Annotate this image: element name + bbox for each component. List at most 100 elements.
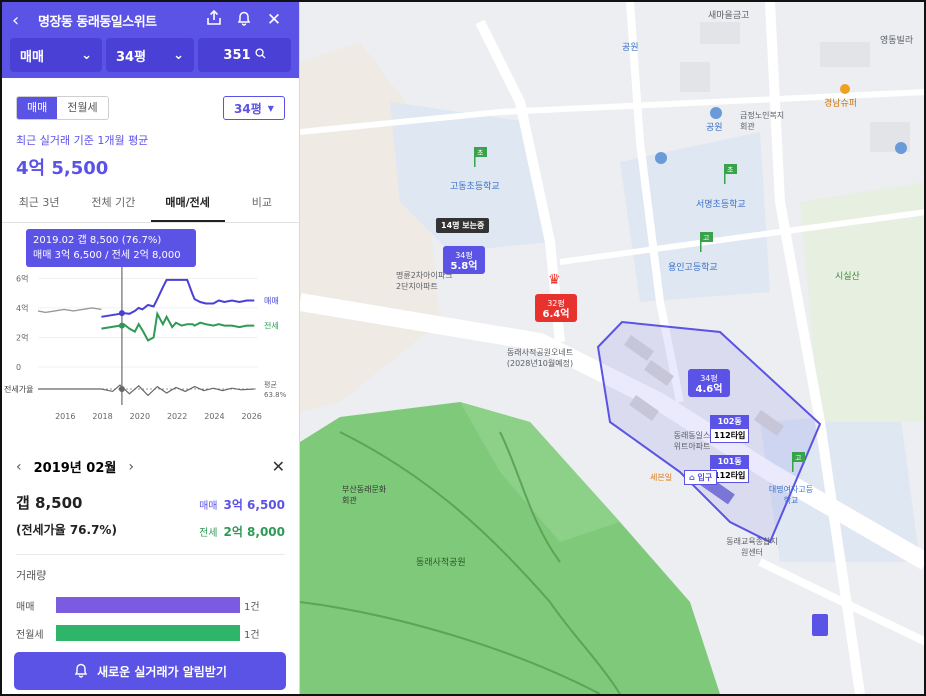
price-alert-button[interactable]: 새로운 실거래가 알림받기 xyxy=(14,652,286,690)
store-icon[interactable] xyxy=(840,84,850,94)
size-select[interactable]: 34평 ▼ xyxy=(223,96,285,120)
home-icon: ⌂ xyxy=(689,473,695,482)
tab-recent-3y[interactable]: 최근 3년 xyxy=(2,194,76,222)
map-label-busan-hall: 부산동래문화회관 xyxy=(342,485,387,505)
entrance-label: 입구 xyxy=(697,473,713,482)
search-icon xyxy=(255,47,266,63)
school-flag-icon[interactable]: 고 xyxy=(698,232,714,256)
close-detail-icon[interactable]: ✕ xyxy=(272,457,285,476)
map-label-godong-school: 고동초등학교 xyxy=(450,182,500,192)
ratio-label: 전세가율 xyxy=(4,384,33,394)
map-label-park: 공원 xyxy=(706,123,723,133)
x-tick-label: 2022 xyxy=(167,412,187,421)
map-label-dongnae-apt: 동래동일스위트아파트 xyxy=(673,431,711,451)
bell-icon xyxy=(73,662,89,681)
chevron-down-icon: ⌄ xyxy=(173,47,184,63)
tooltip-line-2: 매매 3억 6,500 / 전세 2억 8,000 xyxy=(33,250,181,261)
parking-icon[interactable] xyxy=(655,152,667,164)
next-month-icon[interactable]: › xyxy=(128,459,134,475)
marker-dot-ratio xyxy=(118,386,125,392)
volume-count: 1건 xyxy=(244,601,260,613)
school-badge-label: 고 xyxy=(703,234,710,242)
price-chart[interactable]: 2019.02 갭 8,500 (76.7%) 매매 3억 6,500 / 전세… xyxy=(2,223,299,441)
pin-price: 6.4억 xyxy=(542,309,570,320)
pin-size: 34평 xyxy=(700,374,718,383)
share-icon[interactable] xyxy=(199,9,229,31)
x-tick-label: 2026 xyxy=(242,412,262,421)
x-tick-label: 2020 xyxy=(130,412,150,421)
date-navigator: ‹ 2019년 02월 › ✕ xyxy=(2,441,299,476)
gap-value: 갭 8,500 xyxy=(16,494,83,512)
size-filter-select[interactable]: 34평 ⌄ xyxy=(106,38,194,72)
map-label-sijaksan: 시실산 xyxy=(835,272,860,282)
parking-icon[interactable] xyxy=(895,142,907,154)
building-number: 101동 xyxy=(710,455,750,468)
map-label-seven: 세븐일 xyxy=(650,473,673,482)
school-badge-label: 초 xyxy=(727,166,734,174)
map-label-ote: 동래사적공원오네트(2028년10월예정) xyxy=(506,348,574,368)
lease-label: 전세 xyxy=(199,528,218,539)
y-tick-label: 6억 xyxy=(16,273,28,283)
school-flag-icon[interactable]: 초 xyxy=(722,164,738,188)
price-pin-complex[interactable]: 34평 4.6억 xyxy=(688,369,730,397)
parking-icon[interactable] xyxy=(710,107,722,119)
ratio-avg-value: 63.8% xyxy=(264,391,287,399)
app-frame: ‹ 명장동 동래동일스위트 ✕ 매매 ⌄ 34평 ⌄ 351 매매 전월세 34… xyxy=(0,0,926,696)
tab-sale-lease[interactable]: 매매/전세 xyxy=(150,194,225,222)
volume-bar xyxy=(56,597,240,613)
close-icon[interactable]: ✕ xyxy=(259,10,289,30)
volume-count: 1건 xyxy=(244,629,260,641)
pin-size: 32평 xyxy=(547,299,565,308)
viewing-count-badge: 14명 보는중 xyxy=(436,218,490,233)
ratio-avg-label: 평균 xyxy=(264,380,277,389)
trade-type-select[interactable]: 매매 ⌄ xyxy=(10,38,102,72)
pin-price: 4.6억 xyxy=(695,384,723,395)
entrance-tag[interactable]: ⌂ 입구 xyxy=(684,470,718,485)
volume-row-rent: 전월세 1건 xyxy=(2,625,299,641)
size-select-label: 34평 xyxy=(234,101,262,116)
selected-date: 2019년 02월 xyxy=(33,461,117,476)
crown-icon: ♛ xyxy=(548,272,561,288)
school-flag-icon[interactable]: 고 xyxy=(790,452,806,476)
map-label-yongin-school: 용인고등학교 xyxy=(668,263,718,273)
x-tick-label: 2024 xyxy=(204,412,224,421)
map-label-park: 공원 xyxy=(622,43,639,53)
map-label-gyeongnam: 경남슈퍼 xyxy=(824,99,858,109)
volume-label: 매매 xyxy=(16,601,35,613)
bell-icon[interactable] xyxy=(229,10,259,31)
listing-count-button[interactable]: 351 xyxy=(198,38,291,72)
trade-segment: 매매 전월세 xyxy=(16,96,109,120)
prev-month-icon[interactable]: ‹ xyxy=(16,459,22,475)
back-icon[interactable]: ‹ xyxy=(12,10,38,31)
price-pin-selected[interactable]: 34평 5.8억 xyxy=(443,246,485,274)
x-tick-label: 2018 xyxy=(92,412,112,421)
series-label-lease: 전세 xyxy=(264,321,279,331)
tab-compare[interactable]: 비교 xyxy=(225,194,299,222)
y-tick-label: 2억 xyxy=(16,332,28,342)
building-type: 112타입 xyxy=(710,428,750,443)
listing-count: 351 xyxy=(223,47,251,63)
sale-value: 3억 6,500 xyxy=(223,498,285,512)
map-view[interactable]: 새마을금고 공원 공원 금정노인복지회관 용인고등학교 서명초등학교 고동초등학… xyxy=(300,2,924,694)
price-pin-top[interactable]: 32평 6.4억 xyxy=(535,294,577,322)
building-tag-102[interactable]: 102동 112타입 xyxy=(710,415,750,443)
page-title: 명장동 동래동일스위트 xyxy=(38,14,157,30)
location-marker-icon[interactable] xyxy=(812,614,828,636)
map-label-seoyeong-school: 서명초등학교 xyxy=(696,200,746,210)
volume-label: 전월세 xyxy=(16,629,44,641)
segment-rent[interactable]: 전월세 xyxy=(57,97,107,119)
marker-dot-sale xyxy=(118,310,125,317)
chevron-down-icon: ⌄ xyxy=(81,47,92,63)
school-badge-label: 고 xyxy=(795,454,802,462)
map-label-center: 동래교육종합지원센터 xyxy=(726,537,778,557)
tab-all-period[interactable]: 전체 기간 xyxy=(76,194,150,222)
map-label-daemyeong: 대명여자고등학교 xyxy=(768,485,814,505)
volume-row-sale: 매매 1건 xyxy=(2,597,299,613)
top-bar: ‹ 명장동 동래동일스위트 ✕ 매매 ⌄ 34평 ⌄ 351 xyxy=(2,2,299,78)
school-flag-icon[interactable]: 초 xyxy=(472,147,488,171)
segment-sale[interactable]: 매매 xyxy=(17,97,58,119)
caret-down-icon: ▼ xyxy=(267,103,274,113)
pin-price: 5.8억 xyxy=(450,261,478,272)
sale-label: 매매 xyxy=(199,501,218,512)
tooltip-line-1: 2019.02 갭 8,500 (76.7%) xyxy=(33,235,162,246)
